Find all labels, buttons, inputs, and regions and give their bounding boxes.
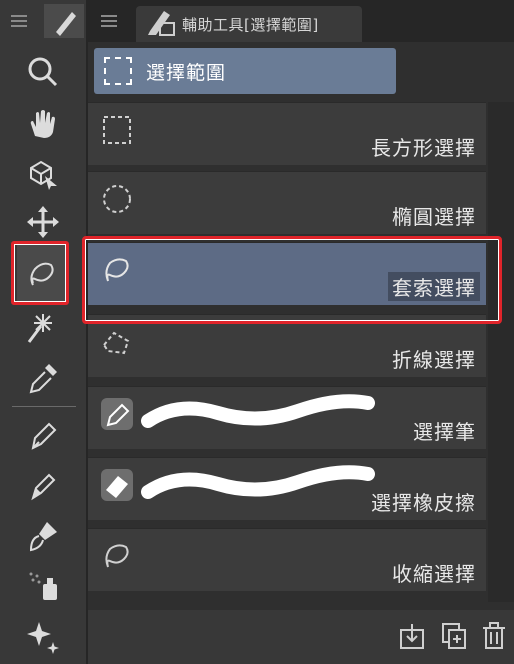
rect-select-icon bbox=[100, 113, 134, 147]
move-icon[interactable] bbox=[18, 200, 68, 244]
sub-tool-panel: 輔助工具[選擇範圍] 選擇範圍 長方形選擇 橢圓選擇 套索選擇 折線選擇 選擇筆… bbox=[88, 0, 514, 664]
panel-footer bbox=[88, 610, 514, 664]
list-item[interactable]: 選擇橡皮擦 bbox=[88, 457, 486, 520]
selection-tool-highlight bbox=[11, 241, 69, 305]
list-item[interactable]: 長方形選擇 bbox=[88, 102, 486, 165]
tool-label: 選擇橡皮擦 bbox=[371, 491, 476, 515]
airbrush-icon[interactable] bbox=[18, 564, 68, 608]
tool-label: 橢圓選擇 bbox=[392, 205, 476, 229]
decoration-icon[interactable] bbox=[18, 614, 68, 658]
sub-tool-tab-icon bbox=[148, 11, 175, 36]
panel-menu-icon[interactable] bbox=[98, 8, 120, 34]
list-item[interactable]: 收縮選擇 bbox=[88, 528, 486, 591]
toolbar-menu-icon[interactable] bbox=[8, 8, 30, 34]
pen-tab-icon[interactable] bbox=[44, 4, 84, 38]
brush-icon[interactable] bbox=[18, 514, 68, 558]
dashed-rect-icon bbox=[104, 57, 132, 85]
auto-select-icon[interactable] bbox=[18, 306, 68, 350]
select-eraser-icon bbox=[100, 468, 134, 502]
tool-label: 長方形選擇 bbox=[371, 136, 476, 160]
ellipse-select-icon bbox=[100, 182, 134, 216]
tool-group-header[interactable]: 選擇範圍 bbox=[94, 48, 396, 94]
stroke-preview bbox=[141, 394, 375, 428]
tool-label: 收縮選擇 bbox=[392, 562, 476, 586]
panel-tab-bar: 輔助工具[選擇範圍] bbox=[88, 0, 514, 42]
tool-label: 折線選擇 bbox=[392, 348, 476, 372]
toolbar bbox=[0, 0, 88, 664]
hand-icon[interactable] bbox=[18, 102, 68, 146]
eyedropper-icon[interactable] bbox=[18, 356, 68, 400]
tab-label: 輔助工具[選擇範圍] bbox=[182, 15, 319, 34]
toolbar-separator bbox=[12, 406, 76, 407]
shrink-select-icon bbox=[100, 539, 134, 573]
group-header-label: 選擇範圍 bbox=[146, 61, 227, 84]
list-item[interactable]: 選擇筆 bbox=[88, 386, 486, 449]
pen-icon[interactable] bbox=[18, 414, 68, 458]
select-pen-icon bbox=[100, 397, 134, 431]
tab-sub-tool[interactable]: 輔助工具[選擇範圍] bbox=[136, 6, 362, 42]
duplicate-icon[interactable] bbox=[440, 620, 468, 652]
object-icon[interactable] bbox=[18, 152, 68, 196]
lasso-item-highlight bbox=[82, 236, 502, 324]
import-icon[interactable] bbox=[398, 620, 426, 652]
trash-icon[interactable] bbox=[480, 620, 508, 652]
stroke-preview bbox=[141, 465, 375, 499]
zoom-icon[interactable] bbox=[18, 50, 68, 94]
pencil-icon[interactable] bbox=[18, 464, 68, 508]
list-item[interactable]: 橢圓選擇 bbox=[88, 171, 486, 234]
polyline-select-icon bbox=[100, 325, 134, 359]
tool-label: 選擇筆 bbox=[413, 420, 476, 444]
list-scrollbar[interactable] bbox=[488, 102, 514, 602]
